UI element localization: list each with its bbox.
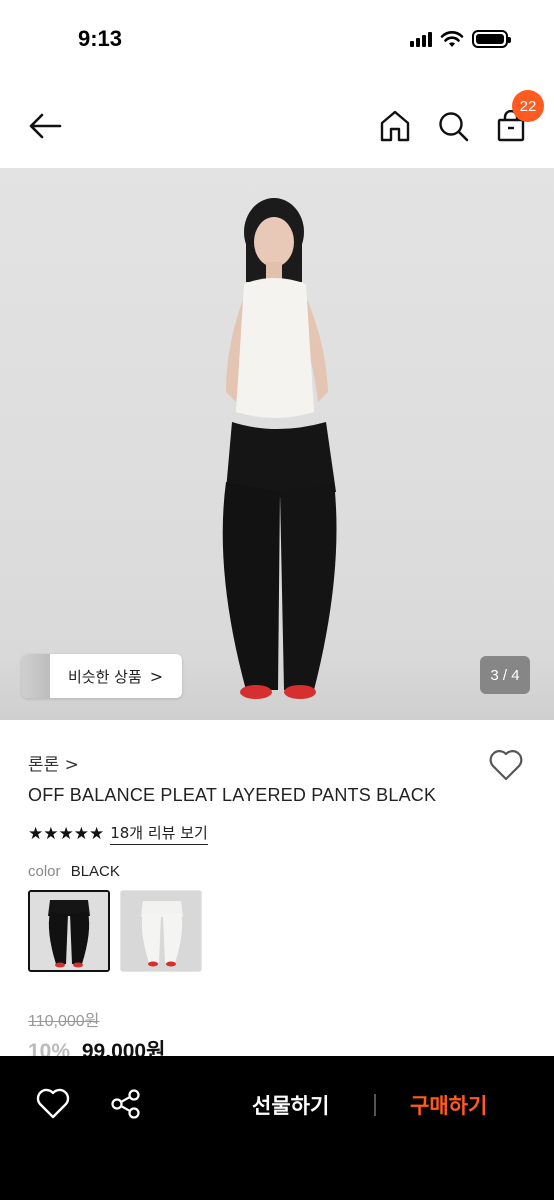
- buy-button[interactable]: 구매하기: [410, 1090, 487, 1120]
- back-button[interactable]: [26, 106, 66, 146]
- chevron-right-icon: >: [149, 666, 164, 686]
- search-icon: [439, 112, 469, 142]
- home-button[interactable]: [376, 106, 414, 146]
- color-swatches: [28, 890, 202, 972]
- arrow-left-icon: [29, 113, 62, 139]
- color-row: color BLACK: [28, 863, 120, 880]
- rating-row: ★★★★★ 18개 리뷰 보기: [28, 822, 208, 845]
- status-bar: 9:13: [0, 0, 554, 84]
- reviews-link[interactable]: 18개 리뷰 보기: [110, 822, 208, 845]
- wishlist-button[interactable]: [488, 748, 524, 782]
- heart-icon: [36, 1088, 70, 1119]
- swatch-white-image: [121, 891, 201, 971]
- wifi-icon: [440, 31, 464, 47]
- swatch-white[interactable]: [120, 890, 202, 972]
- brand-link[interactable]: 론론 >: [28, 750, 79, 775]
- bottom-action-bar: 선물하기 구매하기: [0, 1056, 554, 1200]
- product-photo-model: [222, 198, 337, 699]
- signal-icon: [410, 31, 432, 47]
- nav-actions: 22: [376, 90, 544, 146]
- swatch-black-image: [30, 892, 108, 970]
- status-time: 9:13: [78, 26, 123, 51]
- heart-outline-icon: [489, 750, 523, 781]
- bottom-bar-divider: [374, 1094, 376, 1116]
- color-label: color: [28, 863, 61, 880]
- product-name: OFF BALANCE PLEAT LAYERED PANTS BLACK: [28, 785, 437, 805]
- gift-button[interactable]: 선물하기: [252, 1090, 329, 1120]
- similar-products-thumbnail: [22, 654, 50, 698]
- star-rating-icon: ★★★★★: [28, 823, 105, 844]
- bottom-wishlist-button[interactable]: [36, 1088, 70, 1120]
- swatch-black[interactable]: [28, 890, 110, 972]
- cart-count-badge: 22: [512, 90, 544, 122]
- similar-products-button[interactable]: 비슷한 상품 >: [22, 654, 182, 698]
- share-button[interactable]: [110, 1088, 142, 1120]
- image-page-indicator: 3 / 4: [480, 656, 530, 694]
- share-icon: [111, 1089, 140, 1119]
- search-button[interactable]: [434, 106, 472, 146]
- status-icons: [410, 30, 511, 48]
- color-value: BLACK: [70, 863, 120, 880]
- original-price: 110,000원: [28, 1013, 100, 1030]
- cart-button[interactable]: 22: [492, 90, 544, 146]
- product-image-carousel[interactable]: 비슷한 상품 > 3 / 4: [0, 168, 554, 720]
- nav-bar: 22: [0, 84, 554, 168]
- battery-icon: [472, 30, 511, 48]
- home-icon: [380, 110, 410, 142]
- similar-products-label: 비슷한 상품: [68, 667, 142, 686]
